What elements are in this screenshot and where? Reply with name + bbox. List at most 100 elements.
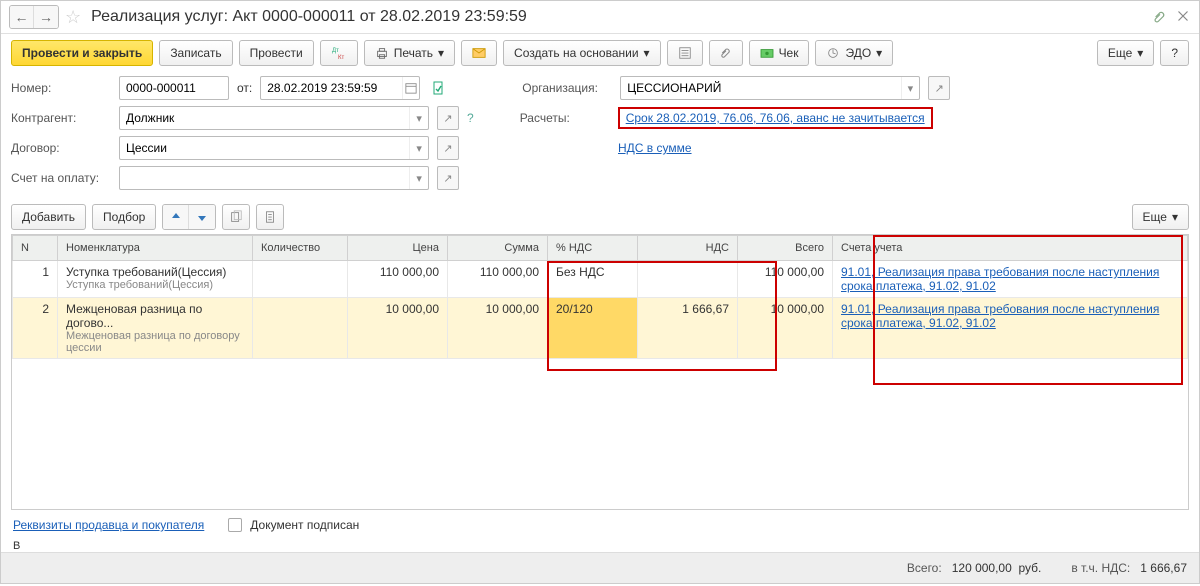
post-button[interactable]: Провести: [239, 40, 314, 66]
copy-button[interactable]: [222, 204, 250, 230]
row-qty[interactable]: [253, 298, 348, 359]
edo-button[interactable]: ЭДО ▾: [815, 40, 893, 66]
row-total[interactable]: 110 000,00: [738, 261, 833, 298]
add-row-button[interactable]: Добавить: [11, 204, 86, 230]
registry-button[interactable]: [667, 40, 703, 66]
from-label: от:: [237, 81, 252, 95]
save-button[interactable]: Записать: [159, 40, 232, 66]
stray-text: В: [1, 540, 1199, 552]
row-vat[interactable]: 1 666,67: [638, 298, 738, 359]
print-label: Печать: [394, 46, 433, 60]
invoice-input[interactable]: [120, 167, 409, 189]
help-button[interactable]: ?: [1160, 40, 1189, 66]
create-based-label: Создать на основании: [514, 46, 639, 60]
col-vatpct-header[interactable]: % НДС: [548, 236, 638, 261]
create-based-button[interactable]: Создать на основании ▾: [503, 40, 661, 66]
calc-link[interactable]: Срок 28.02.2019, 76.06, 76.06, аванс не …: [626, 111, 925, 125]
more-button[interactable]: Еще ▾: [1097, 40, 1154, 66]
chevron-down-icon: ▾: [1137, 46, 1143, 60]
row-vatpct[interactable]: Без НДС: [548, 261, 638, 298]
chevron-down-icon: ▾: [876, 46, 882, 60]
nav-back-button[interactable]: ←: [10, 6, 34, 28]
col-total-header[interactable]: Всего: [738, 236, 833, 261]
total-value: 120 000,00: [952, 561, 1012, 575]
signed-label: Документ подписан: [250, 518, 359, 532]
counterparty-label: Контрагент:: [11, 111, 111, 125]
chevron-down-icon[interactable]: ▾: [901, 77, 920, 99]
print-button[interactable]: Печать ▾: [364, 40, 455, 66]
org-label: Организация:: [522, 81, 612, 95]
move-down-button[interactable]: [189, 205, 215, 229]
row-vatpct[interactable]: 20/120: [548, 298, 638, 359]
move-up-button[interactable]: [163, 205, 189, 229]
signed-checkbox[interactable]: [228, 518, 242, 532]
chevron-down-icon[interactable]: ▾: [409, 107, 428, 129]
vat-mode-link[interactable]: НДС в сумме: [618, 141, 692, 155]
chevron-down-icon[interactable]: ▾: [409, 167, 428, 189]
col-price-header[interactable]: Цена: [348, 236, 448, 261]
chevron-down-icon: ▾: [1172, 210, 1178, 224]
attachment-icon[interactable]: [1153, 10, 1167, 24]
col-nom-header[interactable]: Номенклатура: [58, 236, 253, 261]
acct-link[interactable]: 91.01, Реализация права требования после…: [841, 265, 1159, 293]
chevron-down-icon: ▾: [644, 46, 650, 60]
row-acct[interactable]: 91.01, Реализация права требования после…: [833, 261, 1188, 298]
mail-button[interactable]: [461, 40, 497, 66]
row-nom[interactable]: Межценовая разница по догово... Межценов…: [58, 298, 253, 359]
row-qty[interactable]: [253, 261, 348, 298]
row-vat[interactable]: [638, 261, 738, 298]
col-acct-header[interactable]: Счета учета: [833, 236, 1188, 261]
open-counterparty-button[interactable]: ↗: [437, 106, 459, 130]
row-price[interactable]: 10 000,00: [348, 298, 448, 359]
chevron-down-icon[interactable]: ▾: [409, 137, 428, 159]
paste-button[interactable]: [256, 204, 284, 230]
total-label: Всего:: [907, 561, 942, 575]
check-label: Чек: [779, 46, 799, 60]
row-acct[interactable]: 91.01, Реализация права требования после…: [833, 298, 1188, 359]
dtkt-button[interactable]: ДтКт: [320, 40, 358, 66]
window-title: Реализация услуг: Акт 0000-000011 от 28.…: [91, 8, 527, 26]
invoice-label: Счет на оплату:: [11, 171, 111, 185]
row-nom[interactable]: Уступка требований(Цессия) Уступка требо…: [58, 261, 253, 298]
org-input[interactable]: [621, 77, 900, 99]
nav-forward-button[interactable]: →: [34, 6, 58, 28]
vat-total-value: 1 666,67: [1140, 561, 1187, 575]
section-more-button[interactable]: Еще ▾: [1132, 204, 1189, 230]
number-input[interactable]: [120, 77, 228, 99]
nom-sub-text: Межценовая разница по договору цессии: [66, 330, 244, 354]
vat-total-label: в т.ч. НДС:: [1071, 561, 1130, 575]
check-button[interactable]: Чек: [749, 40, 810, 66]
row-sum[interactable]: 110 000,00: [448, 261, 548, 298]
row-price[interactable]: 110 000,00: [348, 261, 448, 298]
acct-link[interactable]: 91.01, Реализация права требования после…: [841, 302, 1159, 330]
section-more-label: Еще: [1143, 210, 1167, 224]
open-org-button[interactable]: ↗: [928, 76, 950, 100]
nom-text: Межценовая разница по догово...: [66, 302, 244, 330]
col-qty-header[interactable]: Количество: [253, 236, 348, 261]
post-and-close-button[interactable]: Провести и закрыть: [11, 40, 153, 66]
row-sum[interactable]: 10 000,00: [448, 298, 548, 359]
col-sum-header[interactable]: Сумма: [448, 236, 548, 261]
row-n[interactable]: 2: [13, 298, 58, 359]
favorite-star-icon[interactable]: ☆: [65, 7, 81, 28]
col-n-header[interactable]: N: [13, 236, 58, 261]
more-label: Еще: [1108, 46, 1132, 60]
close-icon[interactable]: [1177, 10, 1191, 24]
open-invoice-button[interactable]: ↗: [437, 166, 459, 190]
requisites-link[interactable]: Реквизиты продавца и покупателя: [13, 518, 204, 532]
svg-text:Кт: Кт: [338, 55, 344, 60]
calendar-icon[interactable]: [402, 77, 420, 99]
row-n[interactable]: 1: [13, 261, 58, 298]
counterparty-input[interactable]: [120, 107, 409, 129]
help-counterparty-icon[interactable]: ?: [467, 111, 474, 125]
col-vat-header[interactable]: НДС: [638, 236, 738, 261]
pick-button[interactable]: Подбор: [92, 204, 156, 230]
date-input[interactable]: [261, 77, 401, 99]
edo-label: ЭДО: [845, 46, 871, 60]
status-flag-icon[interactable]: [432, 81, 446, 95]
open-contract-button[interactable]: ↗: [437, 136, 459, 160]
nom-text: Уступка требований(Цессия): [66, 265, 244, 279]
attach-button[interactable]: [709, 40, 743, 66]
row-total[interactable]: 10 000,00: [738, 298, 833, 359]
contract-input[interactable]: [120, 137, 409, 159]
